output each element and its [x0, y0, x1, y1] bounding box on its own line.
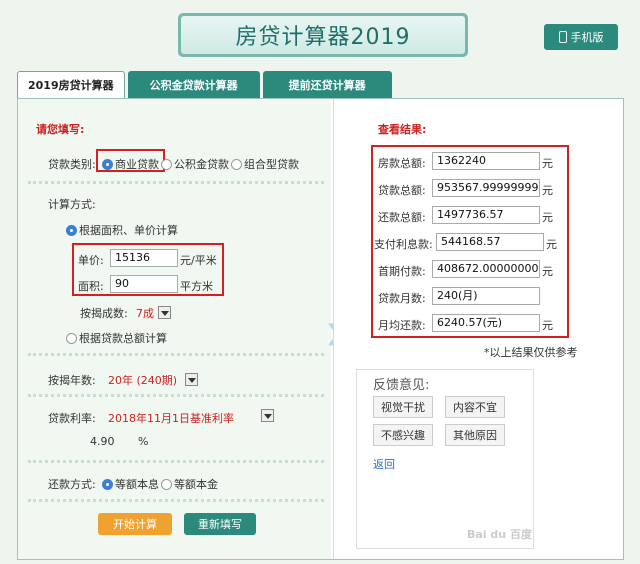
divider: [28, 394, 324, 397]
result-monthly: 6240.57(元): [432, 314, 540, 332]
divider: [28, 499, 324, 502]
feedback-back-link[interactable]: 返回: [373, 456, 395, 472]
loan-type-radio-group: 商业贷款 公积金贷款 组合型贷款: [102, 156, 299, 172]
repay-label: 还款方式:: [48, 478, 96, 491]
result-down-payment: 408672.0000000001: [432, 260, 540, 278]
result-unit: 元: [542, 319, 553, 332]
feedback-inappropriate-button[interactable]: 内容不宜: [445, 396, 505, 418]
result-house-total: 1362240: [432, 152, 540, 170]
result-unit: 元: [542, 157, 553, 170]
rate-select[interactable]: 2018年11月1日基准利率: [108, 410, 278, 426]
chevron-down-icon: [184, 373, 198, 386]
radio-icon: [66, 333, 77, 344]
unit-price-label: 单价:: [78, 254, 104, 267]
radio-selected-icon: [102, 159, 113, 170]
unit-price-input[interactable]: 15136: [110, 249, 178, 267]
method-label: 计算方式:: [48, 198, 96, 211]
tab-prepayment-calculator[interactable]: 提前还贷计算器: [262, 71, 392, 98]
loan-type-commercial[interactable]: 商业贷款: [102, 158, 159, 171]
result-label-loan-total: 贷款总额:: [378, 184, 426, 197]
loan-type-combined[interactable]: 组合型贷款: [229, 158, 299, 171]
loan-type-provident[interactable]: 公积金贷款: [159, 158, 229, 171]
page-title: 房贷计算器2019: [181, 16, 465, 54]
radio-selected-icon: [66, 225, 77, 236]
result-unit: 元: [542, 184, 553, 197]
header-title-box: 房贷计算器2019: [178, 13, 468, 57]
result-label-interest: 支付利息款:: [374, 238, 433, 251]
result-unit: 元: [542, 265, 553, 278]
years-select[interactable]: 20年 (240期): [108, 372, 198, 388]
rate-label: 贷款利率:: [48, 412, 96, 425]
input-form: 请您填写: 贷款类别: 商业贷款 公积金贷款 组合型贷款 计算方式: 根据面积、单价…: [18, 99, 331, 559]
form-section-title: 请您填写:: [36, 123, 85, 136]
reset-button[interactable]: 重新填写: [184, 513, 256, 535]
repay-radio-group: 等额本息 等额本金: [102, 476, 218, 492]
mobile-version-label: 手机版: [570, 31, 604, 44]
tab-provident-fund-calculator[interactable]: 公积金贷款计算器: [127, 71, 260, 98]
phone-icon: [558, 31, 567, 43]
ratio-label: 按揭成数:: [80, 307, 128, 320]
chevron-down-icon[interactable]: [261, 409, 274, 422]
divider: [28, 460, 324, 463]
repay-equal-installment[interactable]: 等额本息: [102, 478, 159, 491]
feedback-other-button[interactable]: 其他原因: [445, 424, 505, 446]
result-interest: 544168.57: [436, 233, 544, 251]
result-label-down-payment: 首期付款:: [378, 265, 426, 278]
years-label: 按揭年数:: [48, 374, 96, 387]
result-label-repay-total: 还款总额:: [378, 211, 426, 224]
tab-bar: 2019房贷计算器 公积金贷款计算器 提前还贷计算器: [17, 71, 392, 98]
page: 房贷计算器2019 手机版 2019房贷计算器 公积金贷款计算器 提前还贷计算器…: [0, 0, 640, 564]
divider: [28, 181, 324, 184]
method-by-total[interactable]: 根据贷款总额计算: [66, 330, 167, 346]
result-loan-total: 953567.9999999999: [432, 179, 540, 197]
method-by-area[interactable]: 根据面积、单价计算: [66, 222, 178, 238]
radio-icon: [161, 159, 172, 170]
result-label-monthly: 月均还款:: [378, 319, 426, 332]
ratio-select[interactable]: 7成: [136, 305, 171, 321]
loan-type-label: 贷款类别:: [48, 158, 96, 171]
unit-price-unit: 元/平米: [180, 254, 217, 267]
area-label: 面积:: [78, 280, 104, 293]
chevron-down-icon: [157, 306, 171, 319]
result-unit: 元: [542, 211, 553, 224]
mobile-version-button[interactable]: 手机版: [544, 24, 618, 50]
rate-unit: %: [138, 435, 149, 448]
result-label-months: 贷款月数:: [378, 292, 426, 305]
feedback-not-interested-button[interactable]: 不感兴趣: [373, 424, 433, 446]
result-months: 240(月): [432, 287, 540, 305]
radio-icon: [161, 479, 172, 490]
area-unit: 平方米: [180, 280, 213, 293]
result-repay-total: 1497736.57: [432, 206, 540, 224]
feedback-title: 反馈意见:: [373, 378, 430, 393]
tab-mortgage-calculator[interactable]: 2019房贷计算器: [17, 71, 125, 98]
result-label-house-total: 房款总额:: [378, 157, 426, 170]
result-unit: 元: [546, 238, 557, 251]
calculator-panel: 请您填写: 贷款类别: 商业贷款 公积金贷款 组合型贷款 计算方式: 根据面积、单价…: [17, 98, 624, 560]
results-note: *以上结果仅供参考: [484, 346, 578, 359]
baidu-watermark: Bai du 百度: [467, 528, 532, 541]
rate-value[interactable]: 4.90: [90, 435, 115, 448]
radio-selected-icon: [102, 479, 113, 490]
feedback-visual-button[interactable]: 视觉干扰: [373, 396, 433, 418]
repay-equal-principal[interactable]: 等额本金: [159, 478, 218, 491]
results-panel: 查看结果: 房款总额: 1362240 元 贷款总额: 953567.99999…: [333, 99, 623, 559]
area-input[interactable]: 90: [110, 275, 178, 293]
divider: [28, 353, 324, 356]
radio-icon: [231, 159, 242, 170]
calculate-button[interactable]: 开始计算: [98, 513, 172, 535]
feedback-box: 反馈意见: 视觉干扰 内容不宜 不感兴趣 其他原因 返回 Bai du 百度: [356, 369, 534, 549]
results-section-title: 查看结果:: [378, 123, 427, 136]
